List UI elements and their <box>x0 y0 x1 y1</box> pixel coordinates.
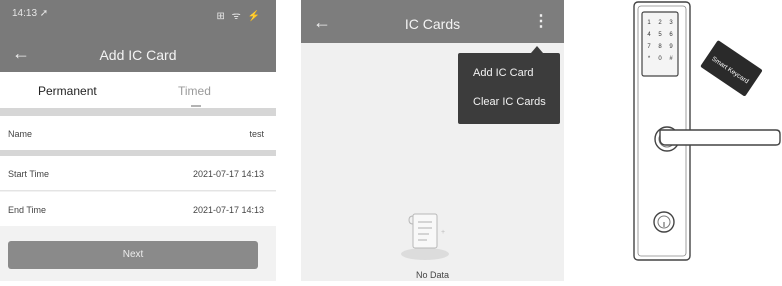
overflow-menu: Add IC Card Clear IC Cards <box>458 53 560 124</box>
ic-cards-screen: ← IC Cards ⋮ Add IC Card Clear IC Cards … <box>301 0 564 281</box>
page-title: Add IC Card <box>99 47 177 63</box>
page-title: IC Cards <box>404 16 461 32</box>
app-header: ← IC Cards ⋮ <box>301 0 564 43</box>
app-header: 14:13 ➚ ⊞ ᯤ ⚡ ← Add IC Card <box>0 0 276 72</box>
status-icons: ⊞ ᯤ ⚡ <box>216 11 262 22</box>
start-time-value: 2021-07-17 14:13 <box>192 169 264 179</box>
menu-item-clear-ic-cards[interactable]: Clear IC Cards <box>473 96 546 108</box>
end-time-row[interactable]: End Time 2021-07-17 14:13 <box>0 192 276 226</box>
svg-text:+: + <box>441 229 445 236</box>
menu-item-add-ic-card[interactable]: Add IC Card <box>473 67 534 79</box>
menu-caret <box>531 46 543 53</box>
section-divider <box>0 108 276 116</box>
empty-state-text: No Data <box>415 270 450 280</box>
row-divider <box>0 190 276 191</box>
more-vertical-icon[interactable]: ⋮ <box>533 14 549 30</box>
smart-keycard: Smart Keycard <box>700 40 762 96</box>
start-time-row[interactable]: Start Time 2021-07-17 14:13 <box>0 156 276 190</box>
name-label: Name <box>8 129 33 139</box>
smart-lock-illustration: 1 2 3 4 5 6 7 8 9 * 0 # Smart Keycard <box>600 0 782 281</box>
tab-bar: Permanent Timed <box>0 72 276 108</box>
next-button[interactable]: Next <box>8 241 258 269</box>
lever-handle <box>659 129 781 146</box>
empty-document-icon: + <box>401 213 449 260</box>
name-row[interactable]: Name test <box>0 116 276 150</box>
tab-indicator <box>191 105 201 107</box>
status-time: 14:13 ➚ <box>12 8 49 19</box>
add-ic-card-screen: 14:13 ➚ ⊞ ᯤ ⚡ ← Add IC Card Permanent Ti… <box>0 0 276 281</box>
tab-permanent[interactable]: Permanent <box>38 84 97 98</box>
tab-timed[interactable]: Timed <box>178 84 211 98</box>
end-time-value: 2021-07-17 14:13 <box>192 205 264 215</box>
name-value: test <box>249 129 264 139</box>
end-time-label: End Time <box>8 205 47 215</box>
start-time-label: Start Time <box>8 169 50 179</box>
lock-drawing: 1 2 34 5 67 8 9* 0 # Smart Keycard <box>633 1 781 261</box>
